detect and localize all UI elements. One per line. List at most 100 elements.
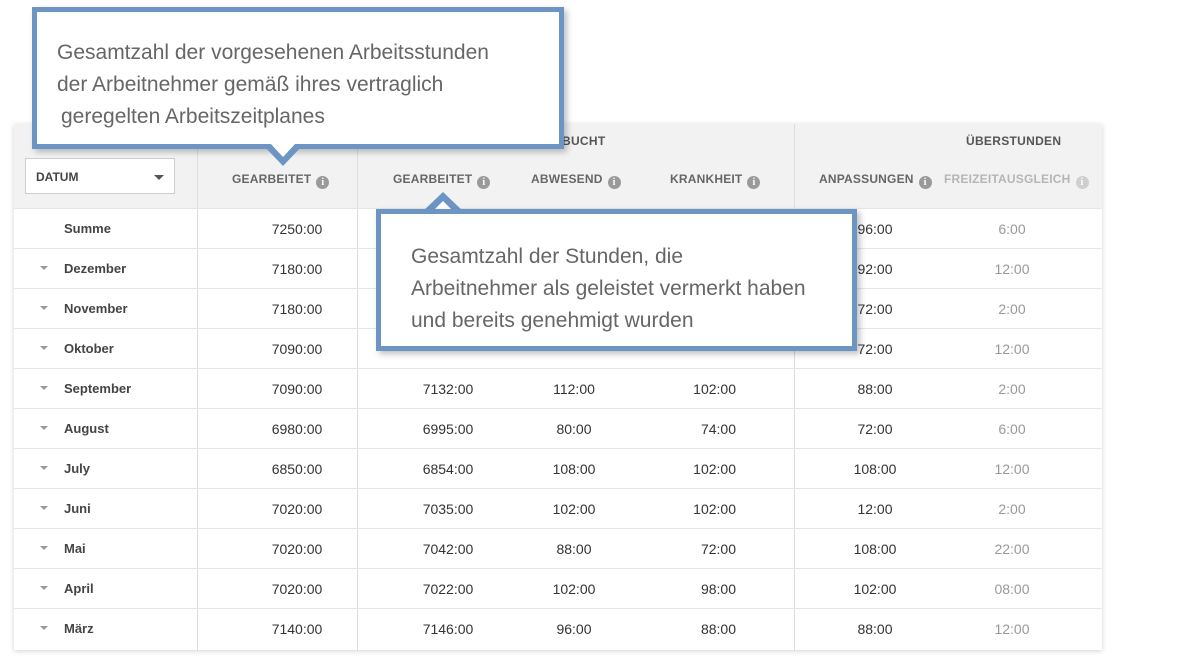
table-row[interactable]: März 7140:00 7146:00 96:00 88:00 88:00 12:00 [14, 608, 1102, 649]
cell-adj: 12:00 [857, 501, 893, 517]
date-select[interactable]: DATUM [25, 158, 175, 194]
cell-comp: 22:00 [994, 541, 1030, 557]
col-absent-label: ABWESEND [531, 172, 603, 186]
hours-table: BUCHT ÜBERSTUNDEN DATUM GEARBEITET i GEAR… [14, 124, 1102, 650]
callout-worked-line: Gesamtzahl der Stunden, die [411, 245, 683, 268]
cell-comp: 6:00 [998, 421, 1026, 437]
info-icon[interactable]: i [1075, 176, 1089, 189]
cell-comp: 12:00 [994, 261, 1030, 277]
cell-comp: 12:00 [994, 341, 1030, 357]
callout-worked-line: Arbeitnehmer als geleistet vermerkt habe… [411, 277, 806, 300]
cell-comp: 2:00 [998, 381, 1026, 397]
callout-planned-hours: Gesamtzahl der vorgesehenen Arbeitsstund… [32, 7, 564, 149]
cell-sick: 102:00 [693, 501, 736, 517]
chevron-down-icon[interactable] [40, 426, 48, 430]
row-date-label: July [64, 461, 91, 476]
chevron-down-icon [154, 175, 164, 180]
col-adjustments-label: ANPASSUNGEN [819, 172, 914, 186]
col-sick[interactable]: KRANKHEIT i [670, 172, 761, 189]
table-row[interactable]: Juni 7020:00 7035:00 102:00 102:00 12:00 2:00 [14, 488, 1102, 529]
row-date-label: Dezember [64, 261, 127, 276]
cell-work: 7146:00 [422, 621, 474, 637]
callout-pointer [270, 143, 296, 157]
col-planned-worked-label: GEARBEITET [232, 172, 312, 186]
cell-adj: 102:00 [853, 581, 897, 597]
row-date-label: November [64, 301, 128, 316]
cell-sick: 74:00 [700, 421, 736, 437]
cell-work: 7042:00 [422, 541, 474, 557]
chevron-down-icon[interactable] [40, 466, 48, 470]
col-worked-label: GEARBEITET [393, 172, 473, 186]
group-gebucht-label: BUCHT [562, 134, 606, 148]
chevron-down-icon[interactable] [40, 586, 48, 590]
table-row[interactable]: July 6850:00 6854:00 108:00 102:00 108:00 12:0… [14, 448, 1102, 489]
cell-abs: 88:00 [556, 541, 592, 557]
info-icon[interactable]: i [747, 176, 761, 189]
cell-abs: 112:00 [553, 381, 595, 397]
cell-comp: 2:00 [998, 301, 1026, 317]
info-icon[interactable]: i [607, 176, 621, 189]
col-worked[interactable]: GEARBEITET i [393, 172, 491, 189]
cell-comp: 12:00 [994, 461, 1030, 477]
cell-sick: 88:00 [700, 621, 736, 637]
cell-adj: 88:00 [857, 621, 893, 637]
table-row[interactable]: August 6980:00 6995:00 80:00 74:00 72:00 6:00 [14, 408, 1102, 449]
group-ueberstunden-label: ÜBERSTUNDEN [966, 134, 1062, 148]
cell-comp: 2:00 [998, 501, 1026, 517]
chevron-down-icon[interactable] [40, 306, 48, 310]
row-date-label: April [64, 581, 94, 596]
chevron-down-icon[interactable] [40, 266, 48, 270]
col-time-off-compensation[interactable]: FREIZEITAUSGLEICH i [944, 172, 1089, 189]
cell-abs: 102:00 [552, 581, 596, 597]
cell-sick: 102:00 [693, 381, 736, 397]
callout-planned-line: der Arbeitnehmer gemäß ihres vertraglich [57, 73, 444, 96]
col-time-off-compensation-label: FREIZEITAUSGLEICH [944, 172, 1071, 186]
cell-comp: 12:00 [994, 621, 1030, 637]
table-row[interactable]: Mai 7020:00 7042:00 88:00 72:00 108:00 22:00 [14, 528, 1102, 569]
cell-work: 7022:00 [422, 581, 474, 597]
col-sick-label: KRANKHEIT [670, 172, 743, 186]
row-date-label: März [64, 621, 94, 636]
cell-abs: 96:00 [556, 621, 592, 637]
date-select-label: DATUM [36, 170, 79, 184]
table-row[interactable]: September 7090:00 7132:00 112:00 102:00 88:00… [14, 368, 1102, 409]
cell-sick: 72:00 [700, 541, 736, 557]
chevron-down-icon[interactable] [40, 386, 48, 390]
callout-worked-line: und bereits genehmigt wurden [411, 309, 694, 332]
cell-abs: 102:00 [552, 501, 596, 517]
row-date-label: August [64, 421, 109, 436]
cell-sick: 98:00 [700, 581, 736, 597]
col-adjustments[interactable]: ANPASSUNGEN i [819, 172, 932, 189]
row-date-label: Juni [64, 501, 91, 516]
cell-work: 6995:00 [422, 421, 474, 437]
cell-abs: 108:00 [552, 461, 596, 477]
table-row[interactable]: April 7020:00 7022:00 102:00 98:00 102:00 08:0… [14, 568, 1102, 609]
cell-comp: 6:00 [998, 221, 1026, 237]
callout-worked-hours: Gesamtzahl der Stunden, die Arbeitnehmer… [376, 209, 857, 351]
cell-work: 7035:00 [422, 501, 474, 517]
info-icon[interactable]: i [918, 176, 932, 189]
cell-sick: 102:00 [693, 461, 736, 477]
row-date-label: Summe [64, 221, 111, 236]
row-date-label: September [64, 381, 132, 396]
cell-comp: 08:00 [994, 581, 1030, 597]
chevron-down-icon[interactable] [40, 346, 48, 350]
cell-abs: 80:00 [556, 421, 592, 437]
row-date-label: Mai [64, 541, 86, 556]
cell-work: 6854:00 [422, 461, 474, 477]
row-date-label: Oktober [64, 341, 114, 356]
col-planned-worked[interactable]: GEARBEITET i [232, 172, 330, 189]
cell-adj: 108:00 [853, 461, 897, 477]
cell-adj: 88:00 [857, 381, 893, 397]
cell-adj: 108:00 [853, 541, 897, 557]
cell-work: 7132:00 [422, 381, 474, 397]
col-absent[interactable]: ABWESEND i [531, 172, 621, 189]
chevron-down-icon[interactable] [40, 546, 48, 550]
callout-planned-line: Gesamtzahl der vorgesehenen Arbeitsstund… [57, 41, 489, 64]
info-icon[interactable]: i [316, 176, 330, 189]
chevron-down-icon[interactable] [40, 506, 48, 510]
cell-adj: 72:00 [857, 421, 893, 437]
info-icon[interactable]: i [477, 176, 491, 189]
chevron-down-icon[interactable] [40, 626, 48, 630]
callout-planned-line: geregelten Arbeitszeitplanes [61, 105, 325, 128]
